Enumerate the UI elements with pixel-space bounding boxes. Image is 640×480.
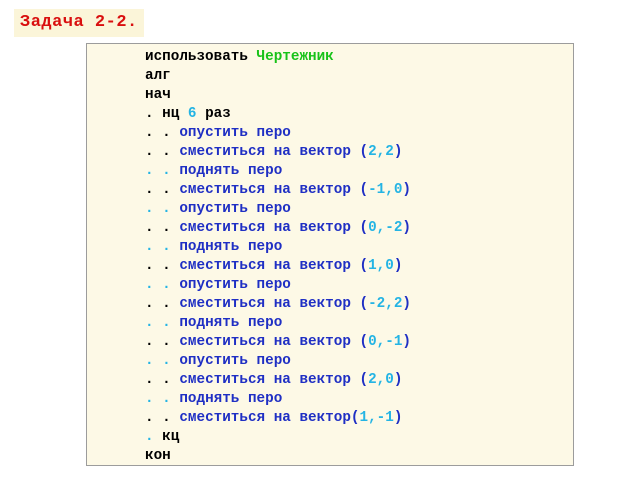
code-token: 6: [187, 106, 197, 122]
code-token: ): [393, 372, 403, 388]
code-token: поднять перо: [179, 391, 283, 407]
program-code: использовать Чертежник алг нач. нц 6 раз. …: [145, 48, 411, 466]
code-line: . . сместиться на вектор (2,2): [145, 143, 411, 162]
code-token: . .: [145, 201, 180, 217]
code-line: алг: [145, 67, 411, 86]
code-token: сместиться на вектор (: [179, 220, 369, 236]
code-token: ): [393, 144, 403, 160]
code-token: . .: [145, 410, 180, 426]
code-token: . .: [145, 220, 180, 236]
code-line: . . поднять перо: [145, 162, 411, 181]
code-token: поднять перо: [179, 315, 283, 331]
code-token: . .: [145, 334, 180, 350]
code-token: алг: [145, 68, 171, 84]
code-token: ): [393, 258, 403, 274]
code-token: . .: [145, 296, 180, 312]
code-token: опустить перо: [179, 277, 291, 293]
code-token: опустить перо: [179, 125, 291, 141]
code-token: -1,0: [368, 182, 403, 198]
code-panel: использовать Чертежник алг нач. нц 6 раз. …: [86, 43, 574, 466]
code-token: ): [402, 296, 411, 312]
code-line: . . опустить перо: [145, 200, 411, 219]
code-token: 1,0: [368, 258, 394, 274]
code-token: . .: [145, 163, 180, 179]
code-token: сместиться на вектор (: [179, 334, 369, 350]
code-line: . . сместиться на вектор (-1,0): [145, 181, 411, 200]
code-token: 2,2: [368, 144, 394, 160]
code-token: сместиться на вектор (: [179, 144, 369, 160]
code-line: нач: [145, 86, 411, 105]
task-title: Задача 2-2.: [14, 9, 144, 37]
code-token: сместиться на вектор (: [179, 296, 369, 312]
code-line: . . сместиться на вектор(1,-1): [145, 409, 411, 428]
code-line: . нц 6 раз: [145, 105, 411, 124]
code-token: ): [402, 334, 411, 350]
code-token: . .: [145, 258, 180, 274]
code-line: использовать Чертежник: [145, 48, 411, 67]
code-line: . . поднять перо: [145, 390, 411, 409]
code-line: . . сместиться на вектор (2,0): [145, 371, 411, 390]
code-token: . нц: [145, 106, 188, 122]
code-token: 2,0: [368, 372, 394, 388]
code-line: . . поднять перо: [145, 314, 411, 333]
code-token: . .: [145, 144, 180, 160]
code-token: использовать: [145, 49, 257, 65]
code-token: . .: [145, 372, 180, 388]
code-token: 1,-1: [359, 410, 394, 426]
code-token: 0,-2: [368, 220, 403, 236]
code-token: . .: [145, 239, 180, 255]
code-line: . . опустить перо: [145, 276, 411, 295]
code-token: ): [402, 182, 411, 198]
code-token: опустить перо: [179, 201, 291, 217]
code-token: поднять перо: [179, 163, 283, 179]
code-token: поднять перо: [179, 239, 283, 255]
code-token: сместиться на вектор (: [179, 182, 369, 198]
code-token: . .: [145, 277, 180, 293]
code-token: ): [393, 410, 403, 426]
code-token: Чертежник: [256, 49, 334, 65]
code-line: . . сместиться на вектор (1,0): [145, 257, 411, 276]
code-line: кон: [145, 447, 411, 466]
code-token: . .: [145, 315, 180, 331]
code-token: 0,-1: [368, 334, 403, 350]
code-line: . . опустить перо: [145, 124, 411, 143]
code-token: опустить перо: [179, 353, 291, 369]
code-token: кон: [145, 448, 171, 464]
code-line: . . опустить перо: [145, 352, 411, 371]
code-token: нач: [145, 87, 171, 103]
code-line: . . сместиться на вектор (-2,2): [145, 295, 411, 314]
code-line: . . сместиться на вектор (0,-1): [145, 333, 411, 352]
code-line: . кц: [145, 428, 411, 447]
code-token: сместиться на вектор (: [179, 258, 369, 274]
code-token: . .: [145, 125, 180, 141]
code-line: . . сместиться на вектор (0,-2): [145, 219, 411, 238]
code-token: . .: [145, 353, 180, 369]
code-token: -2,2: [368, 296, 403, 312]
code-token: . .: [145, 182, 180, 198]
code-token: сместиться на вектор (: [179, 372, 369, 388]
code-token: раз: [196, 106, 231, 122]
code-token: . .: [145, 391, 180, 407]
code-token: кц: [162, 429, 180, 445]
code-token: .: [145, 429, 163, 445]
code-token: сместиться на вектор(: [179, 410, 360, 426]
code-token: ): [402, 220, 411, 236]
code-line: . . поднять перо: [145, 238, 411, 257]
